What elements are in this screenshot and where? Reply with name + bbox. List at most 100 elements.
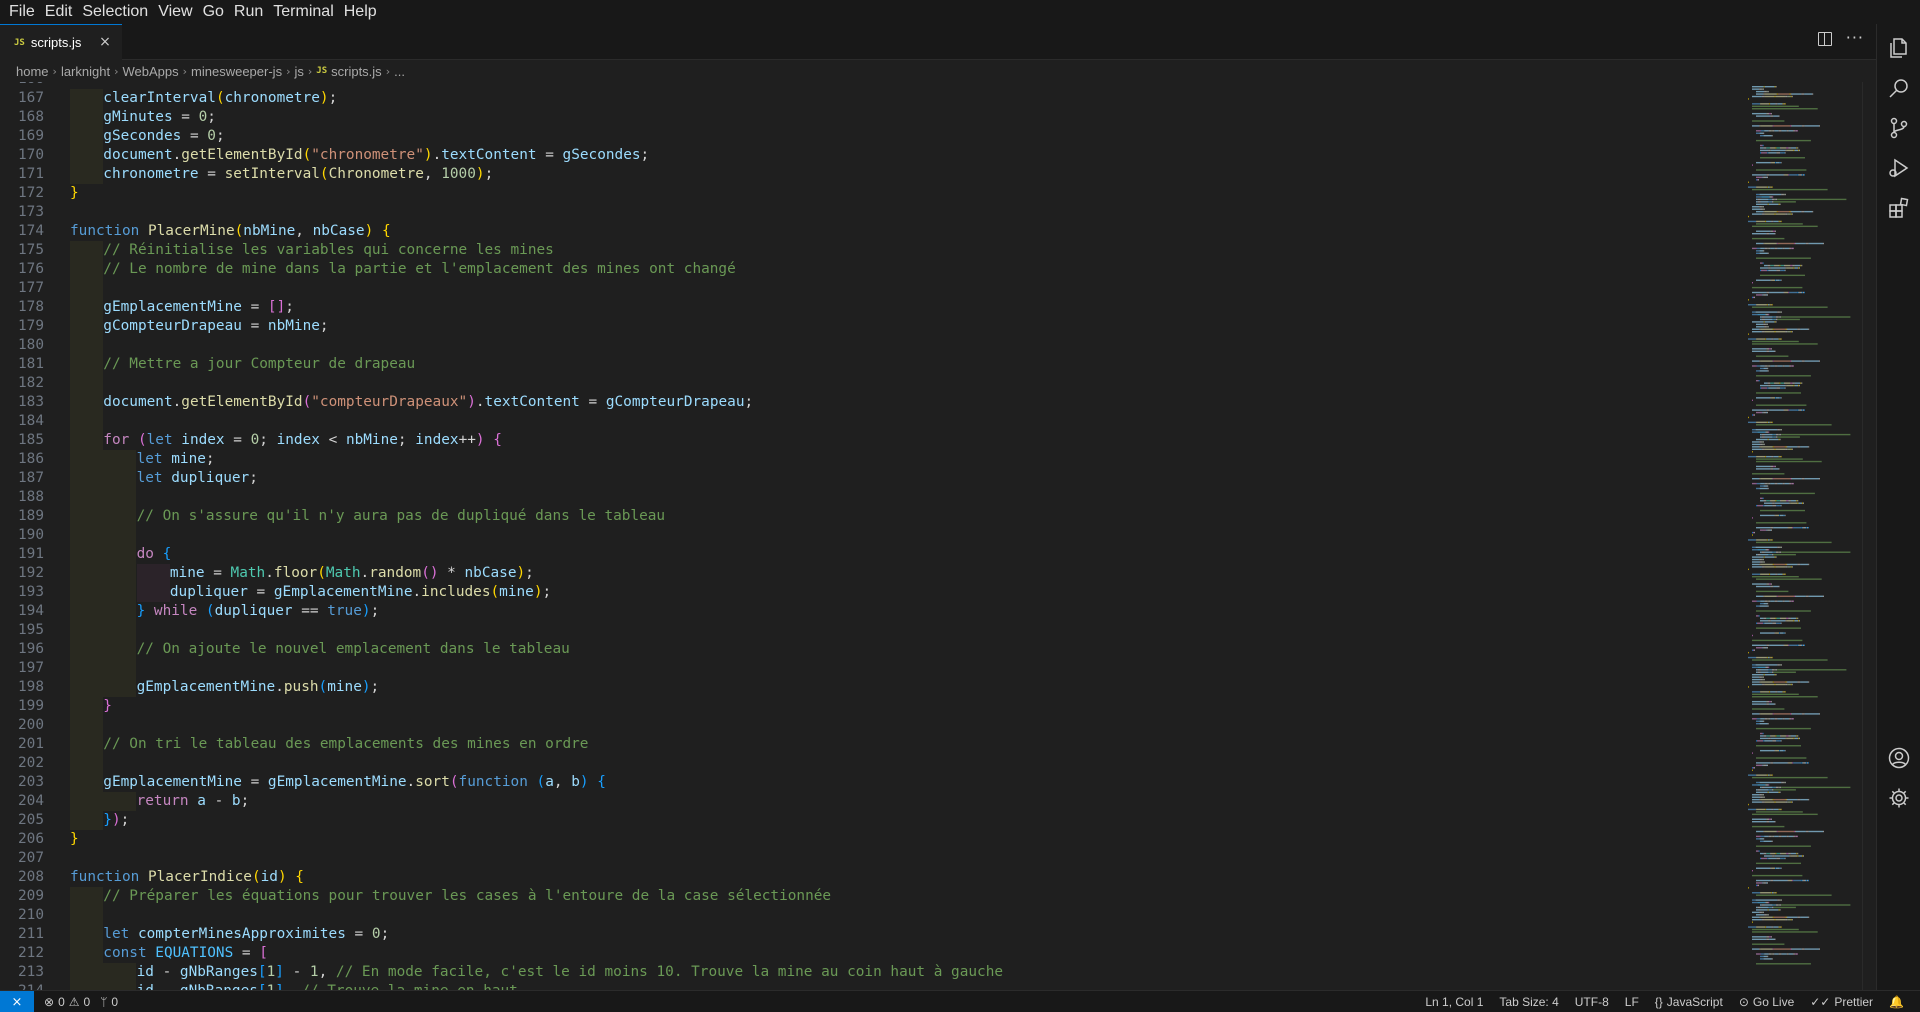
code-line[interactable]: 213 id - gNbRanges[1] - 1, // En mode fac… — [0, 963, 1738, 982]
code-line[interactable]: 205}); — [0, 811, 1738, 830]
menu-edit[interactable]: Edit — [40, 3, 78, 21]
code-line[interactable]: 204 return a - b; — [0, 792, 1738, 811]
close-icon[interactable]: × — [96, 33, 114, 51]
code-line[interactable]: 178 gEmplacementMine = []; — [0, 298, 1738, 317]
code-line[interactable]: 197 — [0, 659, 1738, 678]
code-token: . — [475, 394, 485, 410]
code-line[interactable]: 174 function PlacerMine(nbMine, nbCase) { — [0, 222, 1738, 241]
code-line[interactable]: 186 let mine; — [0, 450, 1738, 469]
split-editor-icon[interactable] — [1817, 32, 1832, 46]
remote-icon[interactable]: ⨯ — [0, 991, 34, 1012]
code-line[interactable]: 209 // Préparer les équations pour trouve… — [0, 887, 1738, 906]
menu-terminal[interactable]: Terminal — [268, 3, 338, 21]
code-line[interactable]: 210 — [0, 906, 1738, 925]
code-line[interactable]: 198 gEmplacementMine.push(mine); — [0, 678, 1738, 697]
code-line[interactable]: 177 — [0, 279, 1738, 298]
line-number: 176 — [18, 261, 44, 277]
code-line[interactable]: 172} — [0, 184, 1738, 203]
menu-view[interactable]: View — [153, 3, 197, 21]
extensions-icon[interactable] — [1887, 196, 1911, 220]
code-line[interactable]: 179 gCompteurDrapeau = nbMine; — [0, 317, 1738, 336]
breadcrumb-scripts-js[interactable]: scripts.js — [331, 64, 382, 79]
notifications-icon[interactable]: 🔔 — [1889, 995, 1904, 1009]
code-line[interactable]: 169 gSecondes = 0; — [0, 127, 1738, 146]
vertical-scrollbar[interactable] — [1862, 82, 1877, 990]
code-line[interactable]: 189 // On s'assure qu'il n'y aura pas de … — [0, 507, 1738, 526]
code-token: ; — [207, 109, 216, 125]
account-icon[interactable] — [1887, 746, 1911, 770]
code-line[interactable]: 211 let compterMinesApproximites = 0; — [0, 925, 1738, 944]
minimap[interactable] — [1744, 82, 1862, 990]
menu-help[interactable]: Help — [339, 3, 382, 21]
breadcrumb-larknight[interactable]: larknight — [61, 64, 110, 79]
code-line[interactable]: 173 — [0, 203, 1738, 222]
search-icon[interactable] — [1887, 76, 1911, 100]
breadcrumb-minesweeper-js[interactable]: minesweeper-js — [191, 64, 282, 79]
run-and-debug-icon[interactable] — [1887, 156, 1911, 180]
encoding[interactable]: UTF-8 — [1575, 995, 1609, 1009]
code-line[interactable]: 194} while (dupliquer == true); — [0, 602, 1738, 621]
code-line[interactable]: 207 — [0, 849, 1738, 868]
code-line[interactable]: 201 // On tri le tableau des emplacements… — [0, 735, 1738, 754]
code-token: a — [545, 774, 554, 790]
code-line[interactable]: 191 do { — [0, 545, 1738, 564]
code-line[interactable]: 170 document.getElementById("chronometre"… — [0, 146, 1738, 165]
code-line[interactable]: 202 — [0, 754, 1738, 773]
code-line[interactable]: 183 document.getElementById("compteurDrap… — [0, 393, 1738, 412]
indent-guide — [103, 602, 137, 621]
code-line[interactable]: 166 — [0, 82, 1738, 89]
menu-go[interactable]: Go — [198, 3, 229, 21]
source-control-icon[interactable] — [1887, 116, 1911, 140]
problems-indicator[interactable]: ⊗ 0 ⚠ 0 — [44, 995, 90, 1009]
code-line[interactable]: 180 — [0, 336, 1738, 355]
end-of-line[interactable]: LF — [1625, 995, 1639, 1009]
line-number: 204 — [18, 793, 44, 809]
code-line[interactable]: 195 — [0, 621, 1738, 640]
tab-size[interactable]: Tab Size: 4 — [1499, 995, 1558, 1009]
code-line[interactable]: 168 gMinutes = 0; — [0, 108, 1738, 127]
code-line[interactable]: 182 — [0, 374, 1738, 393]
code-line[interactable]: 199} — [0, 697, 1738, 716]
prettier-button[interactable]: ✓✓ Prettier — [1810, 995, 1873, 1009]
code-line[interactable]: 187 let dupliquer; — [0, 469, 1738, 488]
menu-file[interactable]: File — [4, 3, 40, 21]
code-line[interactable]: 175 // Réinitialise les variables qui con… — [0, 241, 1738, 260]
code-line[interactable]: 200 — [0, 716, 1738, 735]
breadcrumb-js[interactable]: js — [294, 64, 303, 79]
code-line[interactable]: 208 function PlacerIndice(id) { — [0, 868, 1738, 887]
code-line[interactable]: 171 chronometre = setInterval(Chronometre… — [0, 165, 1738, 184]
code-line[interactable]: 176 // Le nombre de mine dans la partie e… — [0, 260, 1738, 279]
tab-scripts-js[interactable]: JS scripts.js × — [0, 24, 122, 60]
code-line[interactable]: 167 clearInterval(chronometre); — [0, 89, 1738, 108]
ports-indicator[interactable]: ᛘ0 — [100, 995, 118, 1009]
code-line[interactable]: 184 — [0, 412, 1738, 431]
menu-run[interactable]: Run — [229, 3, 268, 21]
code-line[interactable]: 196 // On ajoute le nouvel emplacement da… — [0, 640, 1738, 659]
explorer-icon[interactable] — [1887, 36, 1911, 60]
code-token: function — [70, 869, 148, 885]
gear-icon[interactable] — [1887, 786, 1911, 810]
cursor-position[interactable]: Ln 1, Col 1 — [1425, 995, 1483, 1009]
breadcrumb-webapps[interactable]: WebApps — [122, 64, 178, 79]
code-line[interactable]: 181 // Mettre a jour Compteur de drapeau — [0, 355, 1738, 374]
more-actions-icon[interactable]: ··· — [1846, 30, 1864, 46]
code-token: let — [146, 432, 182, 448]
go-live-button[interactable]: ⊙ Go Live — [1739, 995, 1794, 1009]
code-editor[interactable]: 166167clearInterval(chronometre);168gMin… — [0, 82, 1738, 990]
code-line[interactable]: 185 for (let index = 0; index < nbMine; i… — [0, 431, 1738, 450]
code-line[interactable]: 190 — [0, 526, 1738, 545]
code-line[interactable]: 193 dupliquer = gEmplacementMine.includes… — [0, 583, 1738, 602]
breadcrumb-home[interactable]: home — [16, 64, 49, 79]
code-line[interactable]: 212 const EQUATIONS = [ — [0, 944, 1738, 963]
menu-selection[interactable]: Selection — [77, 3, 153, 21]
code-line[interactable]: 192 mine = Math.floor(Math.random() * nbC… — [0, 564, 1738, 583]
breadcrumb-symbol[interactable]: ... — [394, 64, 405, 79]
code-line[interactable]: 203 gEmplacementMine = gEmplacementMine.s… — [0, 773, 1738, 792]
indent-guide — [70, 982, 103, 990]
code-token: document — [103, 394, 173, 410]
language-mode[interactable]: {} JavaScript — [1655, 995, 1723, 1009]
code-line[interactable]: 214 id - gNbRanges[1], // Trouve la mine … — [0, 982, 1738, 990]
code-line[interactable]: 188 — [0, 488, 1738, 507]
code-line[interactable]: 206} — [0, 830, 1738, 849]
code-token: . — [172, 394, 182, 410]
